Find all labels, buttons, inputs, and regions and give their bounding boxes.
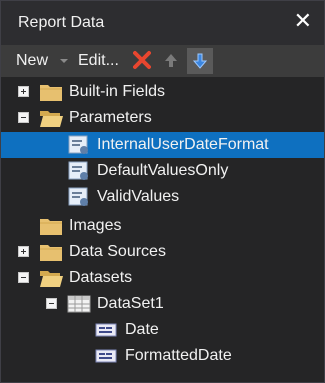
tree-item-images[interactable]: Images — [1, 213, 324, 239]
expand-icon[interactable] — [18, 246, 29, 257]
new-button[interactable]: New — [16, 45, 48, 77]
tree-item-field-formatted-date[interactable]: FormattedDate — [1, 343, 324, 369]
parameter-icon — [68, 135, 88, 154]
tree-item-param-valid-values[interactable]: ValidValues — [1, 184, 324, 210]
arrow-up-icon[interactable] — [163, 45, 179, 77]
collapse-icon[interactable] — [18, 272, 29, 283]
tree-item-label: Date — [125, 321, 159, 338]
tree-item-label: DefaultValuesOnly — [97, 162, 229, 179]
parameter-icon — [68, 161, 88, 180]
panel-toolbar: New Edit... — [1, 45, 324, 77]
collapse-icon[interactable] — [18, 112, 29, 123]
folder-icon — [40, 219, 62, 235]
arrow-down-icon[interactable] — [187, 48, 213, 74]
tree-item-parameters[interactable]: Parameters — [1, 105, 324, 131]
tree-item-label: FormattedDate — [125, 347, 232, 364]
tree-item-datasets[interactable]: Datasets — [1, 265, 324, 291]
edit-button[interactable]: Edit... — [78, 45, 119, 77]
tree-item-param-default-values-only[interactable]: DefaultValuesOnly — [1, 158, 324, 184]
field-icon — [95, 349, 117, 363]
folder-open-icon — [40, 271, 63, 287]
tree-item-label: Data Sources — [69, 243, 166, 260]
tree-item-label: DataSet1 — [97, 295, 164, 312]
folder-open-icon — [40, 111, 63, 127]
tree-item-label: Images — [69, 217, 122, 234]
tree-item-dataset1[interactable]: DataSet1 — [1, 291, 324, 317]
close-icon[interactable]: ✕ — [294, 10, 312, 32]
tree-item-field-date[interactable]: Date — [1, 317, 324, 343]
report-data-panel: Report Data ✕ New Edit... Built-in Field… — [0, 0, 325, 383]
tree-item-param-internal-user-date-format[interactable]: InternalUserDateFormat — [1, 132, 324, 158]
folder-icon — [40, 85, 62, 101]
dataset-table-icon — [67, 295, 91, 313]
tree-item-label: InternalUserDateFormat — [97, 136, 269, 153]
folder-icon — [40, 245, 62, 261]
report-data-tree: Built-in Fields Parameters InternalUserD… — [1, 77, 324, 382]
parameter-icon — [68, 187, 88, 206]
tree-item-label: ValidValues — [97, 188, 180, 205]
tree-item-label: Datasets — [69, 269, 133, 286]
tree-item-builtin-fields[interactable]: Built-in Fields — [1, 79, 324, 105]
new-dropdown-arrow-icon[interactable] — [59, 45, 69, 77]
delete-icon[interactable] — [133, 45, 151, 77]
field-icon — [95, 323, 117, 337]
collapse-icon[interactable] — [46, 298, 57, 309]
tree-item-data-sources[interactable]: Data Sources — [1, 239, 324, 265]
tree-item-label: Parameters — [69, 109, 152, 126]
tree-item-label: Built-in Fields — [69, 83, 166, 100]
panel-titlebar: Report Data ✕ — [1, 1, 324, 45]
expand-icon[interactable] — [18, 86, 29, 97]
panel-title: Report Data — [18, 14, 105, 31]
